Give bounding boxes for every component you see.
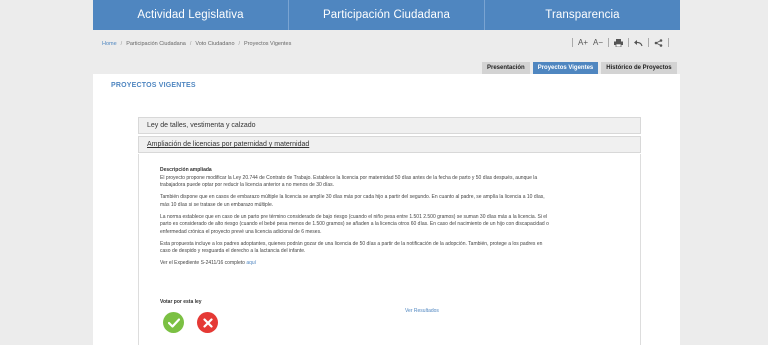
breadcrumb: Home / Participación Ciudadana / Voto Ci… [102,41,291,47]
font-increase-button[interactable]: A+ [578,38,588,47]
expediente-text: Ver el Expediente S-2411/16 completo [160,260,245,266]
x-icon [202,317,213,328]
vote-yes-button[interactable] [163,312,184,333]
description-paragraph: El proyecto propone modificar la Ley 20.… [160,174,538,189]
top-bar: Actividad Legislativa Participación Ciud… [0,0,768,30]
project-description: Descripción ampliada El proyecto propone… [160,167,552,272]
breadcrumb-separator: / [238,41,241,47]
description-paragraph: Esta propuesta incluye a los padres adop… [160,240,543,255]
breadcrumb-separator: / [120,41,123,47]
nav-transparencia[interactable]: Transparencia [485,0,680,30]
description-paragraph: La norma establece que en caso de un par… [160,213,549,235]
check-icon [167,317,180,328]
breadcrumb-home[interactable]: Home [102,41,117,47]
toolbar-divider [668,38,670,47]
toolbar-divider [572,38,573,47]
tab-presentacion[interactable]: Presentación [482,62,530,74]
breadcrumb-separator: / [189,41,192,47]
vote-no-button[interactable] [197,312,218,333]
font-decrease-button[interactable]: A− [593,38,603,47]
accordion-body: Descripción ampliada El proyecto propone… [138,154,641,345]
toolbar-divider [648,38,650,47]
undo-icon[interactable] [634,39,643,47]
expediente-line: Ver el Expediente S-2411/16 completo aqu… [160,260,552,268]
description-heading: Descripción ampliada [160,167,212,173]
tab-historico-proyectos[interactable]: Histórico de Proyectos [601,62,677,74]
accordion-item-ampliacion-licencias[interactable]: Ampliación de licencias por paternidad y… [138,136,641,153]
accordion-item-ley-talles[interactable]: Ley de talles, vestimenta y calzado [138,117,641,134]
page-toolbar: A+ A− [572,38,670,47]
tab-proyectos-vigentes[interactable]: Proyectos Vigentes [532,62,599,74]
results-link[interactable]: Ver Resultados [405,308,439,314]
breadcrumb-voto[interactable]: Voto Ciudadano [195,41,234,47]
nav-actividad-legislativa[interactable]: Actividad Legislativa [93,0,289,30]
description-paragraph: También dispone que en casos de embarazo… [160,194,545,208]
section-tabs: Presentación Proyectos Vigentes Históric… [482,62,677,74]
expediente-link[interactable]: aquí [246,260,256,266]
page-title: PROYECTOS VIGENTES [111,82,196,89]
main-nav: Actividad Legislativa Participación Ciud… [93,0,680,30]
toolbar-divider [608,38,610,47]
printer-icon[interactable] [614,38,624,47]
breadcrumb-participacion[interactable]: Participación Ciudadana [126,41,186,47]
content-panel: PROYECTOS VIGENTES Ley de talles, vestim… [93,74,680,345]
breadcrumb-current: Proyectos Vigentes [244,41,292,47]
toolbar-divider [628,38,630,47]
share-icon[interactable] [654,38,663,47]
vote-label: Votar por esta ley [160,299,202,305]
nav-participacion-ciudadana[interactable]: Participación Ciudadana [289,0,485,30]
